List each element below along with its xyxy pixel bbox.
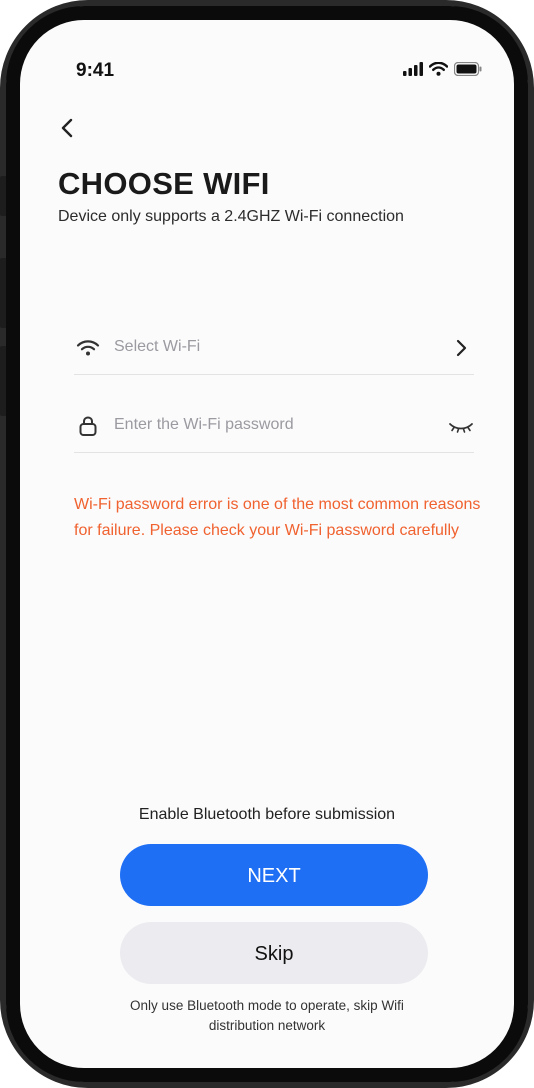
skip-note: Only use Bluetooth mode to operate, skip… xyxy=(130,998,404,1033)
chevron-left-icon xyxy=(61,118,73,138)
choose-wifi-screen: 9:41 CHOOSE WIFI Device only supports a … xyxy=(20,20,514,1068)
password-warning-text: Wi-Fi password error is one of the most … xyxy=(74,496,481,539)
wifi-icon xyxy=(429,62,448,76)
chevron-right-icon xyxy=(456,339,467,357)
page-subtitle: Device only supports a 2.4GHZ Wi-Fi conn… xyxy=(58,208,404,225)
bluetooth-note: Enable Bluetooth before submission xyxy=(138,806,396,823)
battery-icon xyxy=(454,62,482,76)
wifi-icon xyxy=(76,340,100,356)
page-title: CHOOSE WIFI xyxy=(58,166,270,201)
status-icons xyxy=(403,62,482,76)
eye-closed-icon[interactable] xyxy=(448,414,474,438)
password-field[interactable]: Enter the Wi-Fi password xyxy=(74,400,474,453)
status-time: 9:41 xyxy=(76,60,115,81)
wifi-select-placeholder: Select Wi-Fi xyxy=(114,338,201,355)
phone-screen: 9:41 CHOOSE WIFI Device only supports a … xyxy=(6,6,528,1082)
skip-button[interactable]: Skip xyxy=(120,922,428,984)
wifi-select-field[interactable]: Select Wi-Fi xyxy=(74,322,474,375)
password-placeholder: Enter the Wi-Fi password xyxy=(114,416,294,433)
next-button[interactable]: NEXT xyxy=(120,844,428,906)
back-button[interactable] xyxy=(56,116,80,140)
cellular-signal-icon xyxy=(403,62,423,76)
lock-icon xyxy=(79,416,97,436)
